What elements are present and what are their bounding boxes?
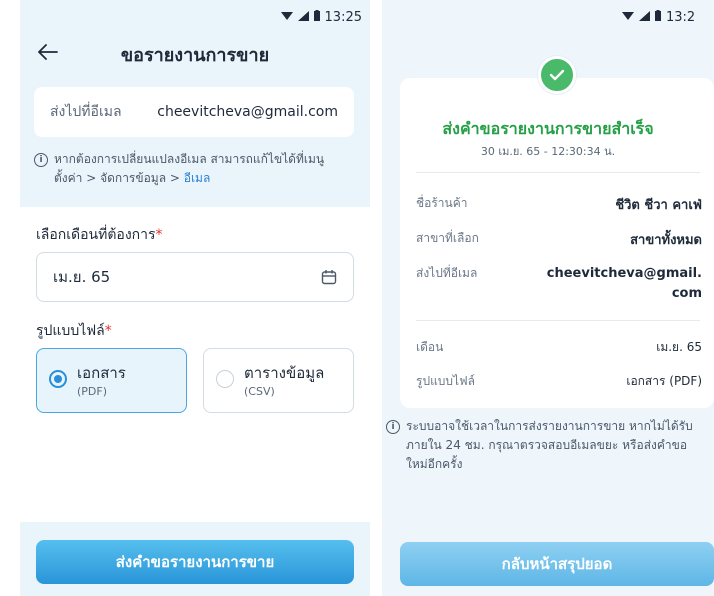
detail-key: ส่งไปที่อีเมล [416,266,478,280]
divider [416,172,700,173]
delivery-note: i ระบบอาจใช้เวลาในการส่งรายงานการขาย หาก… [386,417,712,474]
status-bar: 13:2 [382,0,714,34]
signal-icon [297,10,309,25]
request-report-screen: 13:25 ขอรายงานการขาย ส่งไปที่อีเมล cheev… [20,0,370,596]
app-bar: ขอรายงานการขาย [20,30,370,72]
status-time: 13:2 [666,9,696,25]
format-option-pdf[interactable]: เอกสาร (PDF) [36,348,187,413]
month-label: เลือกเดือนที่ต้องการ* [36,224,163,246]
note-line-3: ใหม่อีกครั้ง [406,457,463,471]
battery-icon [655,9,661,25]
format-label: รูปแบบไฟล์* [36,320,112,342]
email-value: cheevitcheva@gmail.com [157,104,338,120]
detail-row-store: ชื่อร้านค้า ชีวิต ชีวา คาเฟ่ [416,194,702,215]
detail-value: ชีวิต ชีวา คาเฟ่ [615,198,702,213]
month-select[interactable]: เม.ย. 65 [36,252,354,302]
info-icon: i [386,420,400,434]
email-line-1: cheevitcheva@gmail. [546,266,702,281]
email-info-note: i หากต้องการเปลี่ยนแปลงอีเมล สามารถแก้ไข… [34,150,360,188]
detail-key: เดือน [416,340,444,354]
page-title: ขอรายงานการขาย [120,45,270,66]
format-option-csv[interactable]: ตารางข้อมูล (CSV) [203,348,354,413]
email-line-2: com [671,286,702,301]
email-label: ส่งไปที่อีเมล [50,104,122,120]
request-success-screen: 13:2 ส่งคำขอรายงานการขายสำเร็จ 30 เม.ย. … [382,0,714,596]
success-timestamp: 30 เม.ย. 65 - 12:30:34 น. [480,145,616,158]
detail-row-email: ส่งไปที่อีเมล cheevitcheva@gmail. com [416,264,702,304]
option-title: ตารางข้อมูล [244,364,325,382]
divider [416,320,700,321]
email-settings-link[interactable]: อีเมล [184,171,211,185]
detail-value: สาขาทั้งหมด [630,233,702,248]
detail-value: เอกสาร (PDF) [626,374,702,388]
wifi-icon [280,10,293,25]
option-subtitle: (PDF) [77,385,108,398]
wifi-icon [622,10,634,25]
radio-selected[interactable] [49,370,67,388]
back-to-summary-button[interactable]: กลับหน้าสรุปยอด [400,542,714,586]
status-bar: 13:25 [20,0,370,34]
note-line-2: ภายใน 24 ชม. กรุณาตรวจสอบอีเมลขยะ หรือส่… [406,438,688,452]
calendar-icon[interactable] [321,269,337,285]
required-mark: * [155,227,163,243]
detail-value: เม.ย. 65 [656,340,702,354]
detail-key: ชื่อร้านค้า [416,196,468,210]
note-line-1: ระบบอาจใช้เวลาในการส่งรายงานการขาย หากไม… [406,419,693,433]
info-icon: i [34,153,48,167]
submit-request-button[interactable]: ส่งคำขอรายงานการขาย [36,540,354,584]
detail-row-format: รูปแบบไฟล์ เอกสาร (PDF) [416,372,702,391]
info-line-1: หากต้องการเปลี่ยนแปลงอีเมล สามารถแก้ไขได… [54,152,325,166]
radio-unselected[interactable] [216,370,234,388]
check-icon [538,56,576,94]
detail-row-month: เดือน เม.ย. 65 [416,338,702,357]
detail-key: รูปแบบไฟล์ [416,374,475,388]
info-line-2-prefix: ตั้งค่า > จัดการข้อมูล > [54,171,184,185]
detail-key: สาขาที่เลือก [416,231,479,245]
required-mark: * [104,323,112,339]
format-label-text: รูปแบบไฟล์ [36,323,105,339]
detail-row-branch: สาขาที่เลือก สาขาทั้งหมด [416,229,702,250]
email-card: ส่งไปที่อีเมล cheevitcheva@gmail.com [34,87,354,137]
info-line-2: ตั้งค่า > จัดการข้อมูล > อีเมล [54,169,324,188]
month-value: เม.ย. 65 [53,268,111,286]
signal-icon [639,10,650,25]
option-subtitle: (CSV) [244,385,275,398]
success-title: ส่งคำขอรายงานการขายสำเร็จ [442,119,654,138]
battery-icon [313,9,320,25]
month-label-text: เลือกเดือนที่ต้องการ [36,227,156,243]
status-time: 13:25 [324,9,362,25]
detail-value: cheevitcheva@gmail. com [547,264,702,304]
option-title: เอกสาร [77,364,126,382]
